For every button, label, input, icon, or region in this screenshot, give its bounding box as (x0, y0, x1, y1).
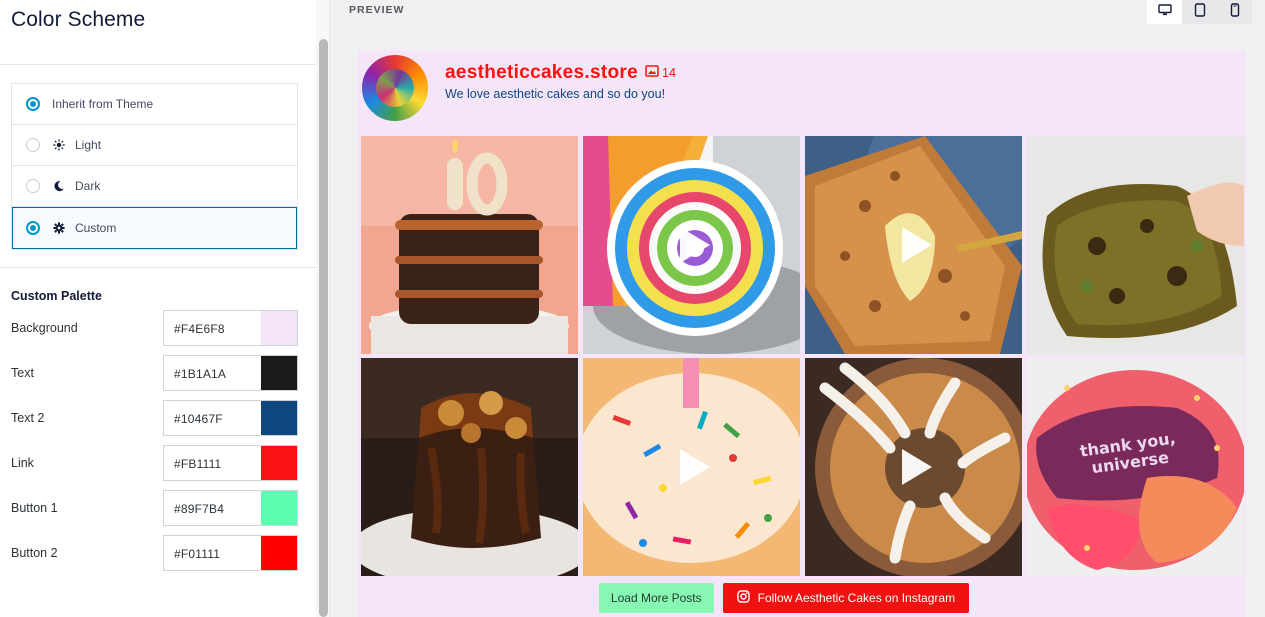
post-tile[interactable] (583, 358, 800, 576)
color-hex-value: #1B1A1A (174, 367, 227, 381)
color-swatch[interactable] (261, 536, 297, 570)
link-color-field[interactable]: #FB1111 (163, 445, 298, 481)
radio-inherit[interactable] (26, 97, 40, 111)
radio-custom[interactable] (26, 221, 40, 235)
follow-instagram-button[interactable]: Follow Aesthetic Cakes on Instagram (722, 583, 970, 613)
post-tile[interactable] (805, 358, 1022, 576)
palette-row-button-2: Button 2 #F01111 (11, 535, 298, 571)
text-color-field[interactable]: #1B1A1A (163, 355, 298, 391)
instagram-feed-preview: aestheticcakes.store 14 We love aestheti… (358, 50, 1246, 617)
palette-row-button-1: Button 1 #89F7B4 (11, 490, 298, 526)
button-1-color-field[interactable]: #89F7B4 (163, 490, 298, 526)
color-swatch[interactable] (261, 401, 297, 435)
preview-label: PREVIEW (349, 4, 405, 16)
panel-scrollbar-thumb[interactable] (319, 39, 328, 617)
profile-bio: We love aesthetic cakes and so do you! (445, 87, 666, 101)
scheme-option-dark[interactable]: Dark (12, 166, 297, 207)
post-tile[interactable]: thank you, universe (1027, 358, 1244, 576)
device-switcher (1147, 0, 1253, 24)
palette-label: Button 1 (11, 501, 58, 515)
color-hex-value: #10467F (174, 412, 223, 426)
photos-icon (645, 65, 659, 80)
color-swatch[interactable] (261, 446, 297, 480)
feed-actions: Load More Posts Follow Aesthetic Cakes o… (358, 583, 1246, 613)
settings-panel: Color Scheme Inherit from Theme Light Da… (0, 0, 316, 617)
divider (0, 267, 316, 268)
post-image (361, 136, 578, 354)
post-image (1027, 136, 1244, 354)
post-tile[interactable] (1027, 136, 1244, 354)
color-hex-value: #FB1111 (174, 457, 222, 471)
custom-palette-title: Custom Palette (11, 289, 102, 303)
tablet-view-button[interactable] (1182, 0, 1217, 24)
load-more-button[interactable]: Load More Posts (598, 583, 714, 613)
post-tile[interactable] (805, 136, 1022, 354)
mobile-view-button[interactable] (1217, 0, 1252, 24)
gear-icon (52, 221, 66, 235)
palette-row-background: Background #F4E6F8 (11, 310, 298, 346)
profile-handle-link[interactable]: aestheticcakes.store (445, 62, 638, 84)
scheme-option-label: Light (75, 138, 102, 152)
instagram-icon (736, 590, 750, 606)
scheme-option-label: Custom (75, 221, 117, 235)
palette-label: Link (11, 456, 34, 470)
palette-label: Text 2 (11, 411, 45, 425)
scheme-option-label: Inherit from Theme (52, 97, 154, 111)
color-swatch[interactable] (261, 356, 297, 390)
sun-icon (52, 138, 66, 152)
color-swatch[interactable] (261, 491, 297, 525)
moon-icon (52, 179, 66, 193)
post-tile[interactable] (361, 136, 578, 354)
follow-label: Follow Aesthetic Cakes on Instagram (757, 591, 956, 605)
panel-title: Color Scheme (11, 8, 146, 31)
palette-row-link: Link #FB1111 (11, 445, 298, 481)
color-scheme-options: Inherit from Theme Light Dark Custom (11, 83, 298, 250)
profile-avatar[interactable] (360, 53, 430, 123)
play-icon (679, 449, 710, 485)
play-icon (901, 227, 932, 263)
color-hex-value: #F4E6F8 (174, 322, 225, 336)
post-tile[interactable] (361, 358, 578, 576)
palette-label: Background (11, 321, 78, 335)
scheme-option-inherit[interactable]: Inherit from Theme (12, 84, 297, 125)
palette-label: Text (11, 366, 34, 380)
palette-row-text: Text #1B1A1A (11, 355, 298, 391)
palette-label: Button 2 (11, 546, 58, 560)
radio-light[interactable] (26, 138, 40, 152)
desktop-view-button[interactable] (1147, 0, 1182, 24)
play-icon (679, 227, 710, 263)
post-image (361, 358, 578, 576)
button-2-color-field[interactable]: #F01111 (163, 535, 298, 571)
scheme-option-light[interactable]: Light (12, 125, 297, 166)
play-icon (901, 449, 932, 485)
color-swatch[interactable] (261, 311, 297, 345)
text-2-color-field[interactable]: #10467F (163, 400, 298, 436)
palette-row-text-2: Text 2 #10467F (11, 400, 298, 436)
post-count-value: 14 (662, 65, 676, 80)
scheme-option-custom[interactable]: Custom (12, 207, 297, 249)
post-count: 14 (645, 65, 676, 80)
post-grid: thank you, universe (361, 136, 1244, 576)
color-hex-value: #89F7B4 (174, 502, 225, 516)
divider (0, 64, 316, 65)
scheme-option-label: Dark (75, 179, 101, 193)
radio-dark[interactable] (26, 179, 40, 193)
mobile-icon (1230, 2, 1240, 22)
background-color-field[interactable]: #F4E6F8 (163, 310, 298, 346)
color-hex-value: #F01111 (174, 547, 221, 561)
tablet-icon (1194, 2, 1206, 22)
desktop-icon (1157, 3, 1172, 21)
post-tile[interactable] (583, 136, 800, 354)
